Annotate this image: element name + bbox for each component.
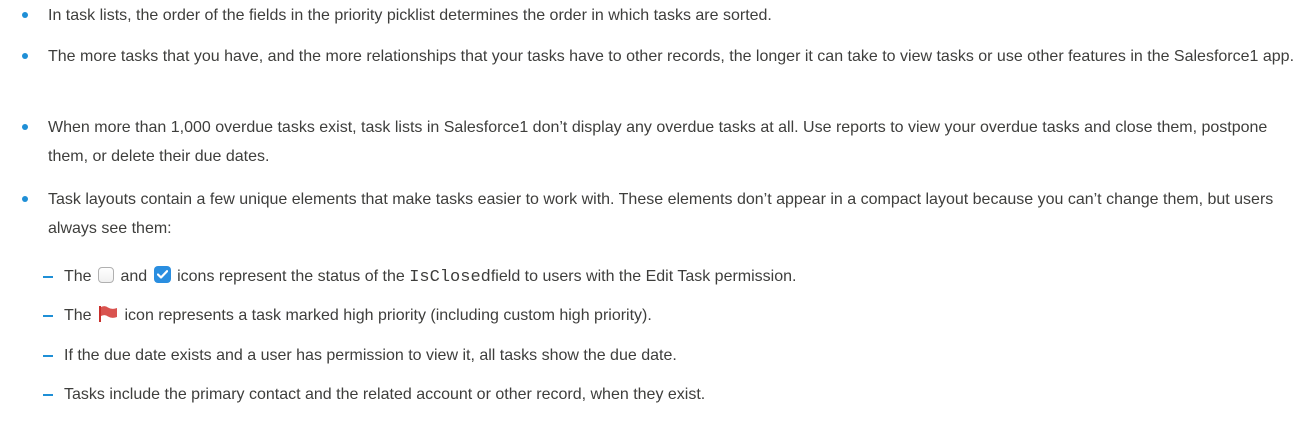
- bullet-dot: [22, 124, 28, 130]
- sub-bullet-dash: [43, 355, 53, 357]
- sub-item-due-date: If the due date exists and a user has pe…: [0, 341, 1312, 370]
- bullet-item: When more than 1,000 overdue tasks exist…: [0, 113, 1312, 171]
- sub-text-suffix: icon represents a task marked high prior…: [124, 307, 652, 324]
- bullet-item: The more tasks that you have, and the mo…: [0, 42, 1312, 71]
- bullet-text: The more tasks that you have, and the mo…: [48, 48, 1295, 65]
- sub-item-priority-icon: The icon represents a task marked high p…: [0, 301, 1312, 330]
- sub-bullet-dash: [43, 315, 53, 317]
- bullet-dot: [22, 196, 28, 202]
- red-flag-icon: [98, 305, 118, 323]
- sub-text-prefix: The: [64, 307, 92, 324]
- sub-bullet-dash: [43, 394, 53, 396]
- isclosed-code: IsClosed: [409, 268, 491, 287]
- bullet-text: Task layouts contain a few unique elemen…: [48, 191, 1274, 237]
- bullet-dot: [22, 12, 28, 18]
- bullet-item: Task layouts contain a few unique elemen…: [0, 185, 1312, 243]
- bullet-dot: [22, 53, 28, 59]
- checkbox-unchecked-icon: [98, 266, 115, 283]
- checkbox-checked-icon: [153, 266, 171, 284]
- bullet-text: In task lists, the order of the fields i…: [48, 7, 772, 24]
- sub-text-suffix: field to users with the Edit Task permis…: [490, 268, 797, 285]
- document-body: In task lists, the order of the fields i…: [0, 0, 1312, 441]
- bullet-text: When more than 1,000 overdue tasks exist…: [48, 119, 1268, 165]
- sub-text-prefix: The: [64, 268, 92, 285]
- sub-text-middle-after: icons represent the status of the: [177, 268, 405, 285]
- sub-text-middle: and: [120, 268, 148, 285]
- sub-item-contact: Tasks include the primary contact and th…: [0, 380, 1312, 409]
- sub-text: If the due date exists and a user has pe…: [64, 347, 677, 364]
- sub-bullet-dash: [43, 276, 53, 278]
- sub-text: Tasks include the primary contact and th…: [64, 386, 706, 403]
- bullet-item: In task lists, the order of the fields i…: [0, 1, 1312, 30]
- sub-item-status-icons: The and icons represent the status of th…: [0, 262, 1312, 292]
